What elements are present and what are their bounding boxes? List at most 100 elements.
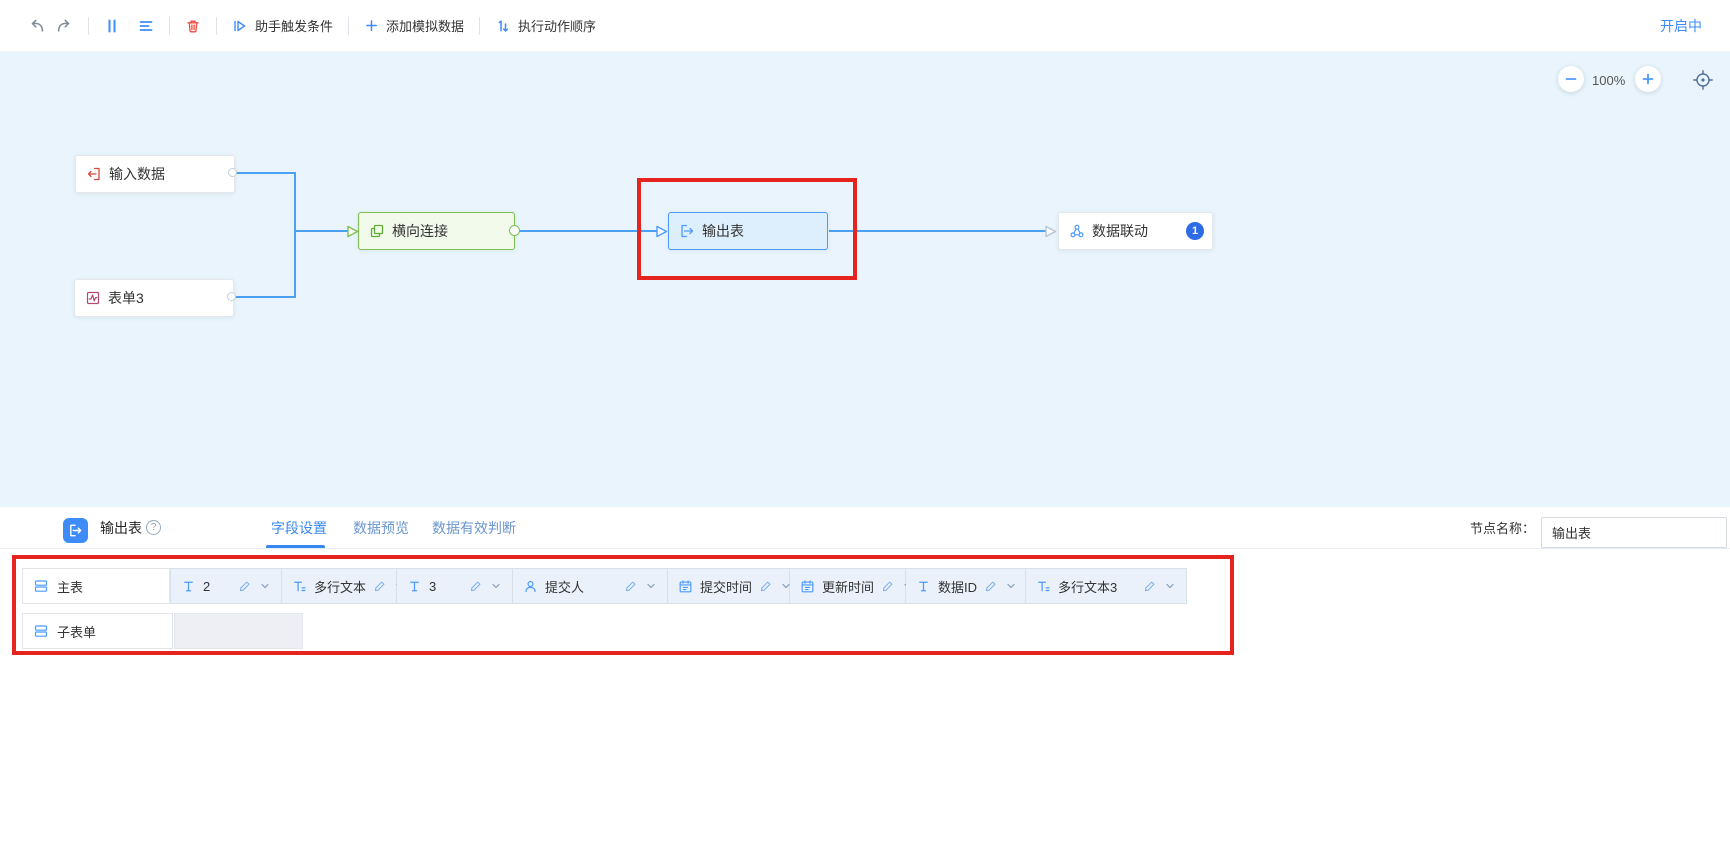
node-name-input[interactable]: [1541, 517, 1727, 548]
toolbar-divider: [88, 17, 89, 35]
toolbar: 助手触发条件 添加模拟数据 执行动作顺序 开启中: [0, 0, 1730, 52]
panel-header: 输出表 ? 字段设置 数据预览 数据有效判断 节点名称：: [0, 507, 1730, 548]
textarea-field-icon: [1036, 579, 1051, 594]
toolbar-divider: [479, 17, 480, 35]
node-label: 输出表: [702, 221, 744, 241]
node-label: 数据联动: [1092, 221, 1148, 241]
field-chip[interactable]: 提交时间: [668, 569, 790, 603]
input-port-triangle[interactable]: [1044, 225, 1057, 238]
locate-icon[interactable]: [1692, 69, 1714, 91]
field-chip[interactable]: 2: [171, 569, 282, 603]
field-name: 3: [429, 579, 436, 594]
node-input-data[interactable]: 输入数据: [75, 155, 235, 193]
input-node-icon: [86, 166, 102, 182]
edit-pencil-icon[interactable]: [624, 579, 638, 593]
text-field-icon: [181, 579, 196, 594]
field-name: 数据ID: [938, 577, 977, 596]
node-label: 横向连接: [392, 221, 448, 241]
tab-field-settings[interactable]: 字段设置: [271, 507, 327, 548]
edit-pencil-icon[interactable]: [984, 579, 998, 593]
field-chip[interactable]: 多行文本: [282, 569, 397, 603]
output-port[interactable]: [509, 225, 520, 236]
chevron-down-icon[interactable]: [645, 580, 657, 592]
field-name: 提交人: [545, 577, 584, 596]
minus-icon: [1564, 72, 1578, 86]
text-field-icon: [916, 579, 931, 594]
chevron-down-icon[interactable]: [259, 580, 271, 592]
field-name: 多行文本3: [1058, 577, 1117, 596]
toolbar-divider: [216, 17, 217, 35]
help-icon[interactable]: ?: [146, 520, 161, 535]
zoom-in-button[interactable]: [1635, 66, 1661, 92]
table-icon: [33, 623, 49, 639]
field-name: 多行文本: [314, 577, 366, 596]
edge: [829, 230, 1046, 232]
node-label: 表单3: [108, 288, 144, 308]
form-node-icon: [85, 290, 101, 306]
chevron-down-icon[interactable]: [490, 580, 502, 592]
user-field-icon: [523, 579, 538, 594]
action-order-button[interactable]: 执行动作顺序: [495, 16, 596, 35]
field-chip[interactable]: 多行文本3: [1026, 569, 1186, 603]
status-toggle-link[interactable]: 开启中: [1660, 16, 1702, 36]
field-chip[interactable]: 更新时间: [790, 569, 906, 603]
output-node-icon: [679, 223, 695, 239]
row-label-text: 主表: [57, 577, 83, 596]
table-icon: [33, 578, 49, 594]
tab-data-preview[interactable]: 数据预览: [353, 507, 409, 548]
tab-data-validity[interactable]: 数据有效判断: [432, 507, 516, 548]
add-mock-data-label: 添加模拟数据: [386, 16, 464, 35]
field-name: 更新时间: [822, 577, 874, 596]
text-field-icon: [407, 579, 422, 594]
trigger-condition-button[interactable]: 助手触发条件: [232, 16, 333, 35]
row-label-sub-form[interactable]: 子表单: [22, 613, 173, 649]
toolbar-divider: [169, 17, 170, 35]
date-field-icon: [678, 579, 693, 594]
linkage-count-badge: 1: [1186, 222, 1204, 240]
action-order-label: 执行动作顺序: [518, 16, 596, 35]
edit-pencil-icon[interactable]: [238, 579, 252, 593]
panel-divider: [0, 548, 1730, 549]
field-chip-row: 2 多行文本 3 提交人 提交时间: [170, 568, 1187, 604]
input-port-triangle[interactable]: [655, 225, 668, 238]
chevron-down-icon[interactable]: [1164, 580, 1176, 592]
field-name: 2: [203, 579, 210, 594]
edge: [517, 230, 657, 232]
edit-pencil-icon[interactable]: [881, 579, 895, 593]
node-output-table[interactable]: 输出表: [668, 212, 828, 250]
align-columns-icon[interactable]: [104, 18, 120, 34]
undo-icon[interactable]: [28, 17, 45, 34]
edge: [233, 296, 295, 298]
redo-icon[interactable]: [56, 17, 73, 34]
row-label-main-table[interactable]: 主表: [22, 568, 170, 604]
node-name-label: 节点名称：: [1470, 507, 1535, 548]
align-rows-icon[interactable]: [138, 18, 154, 34]
field-chip[interactable]: 数据ID: [906, 569, 1026, 603]
output-table-icon: [63, 518, 88, 543]
zoom-out-button[interactable]: [1558, 66, 1584, 92]
flow-canvas[interactable]: 输入数据 表单3 横向连接 输出表 数据联动 1 10: [0, 52, 1730, 507]
edge: [234, 172, 295, 174]
node-horizontal-join[interactable]: 横向连接: [358, 212, 515, 250]
field-chip[interactable]: 3: [397, 569, 513, 603]
edit-pencil-icon[interactable]: [373, 579, 387, 593]
edit-pencil-icon[interactable]: [469, 579, 483, 593]
linkage-node-icon: [1069, 223, 1085, 239]
add-mock-data-button[interactable]: 添加模拟数据: [364, 16, 464, 35]
edit-pencil-icon[interactable]: [1143, 579, 1157, 593]
empty-field-slot[interactable]: [174, 613, 303, 649]
trigger-condition-label: 助手触发条件: [255, 16, 333, 35]
output-port[interactable]: [227, 292, 236, 301]
field-name: 提交时间: [700, 577, 752, 596]
zoom-level: 100%: [1592, 73, 1625, 88]
output-port[interactable]: [228, 168, 237, 177]
trash-icon[interactable]: [185, 18, 201, 34]
chevron-down-icon[interactable]: [1005, 580, 1017, 592]
edit-pencil-icon[interactable]: [759, 579, 773, 593]
order-icon: [495, 18, 511, 34]
textarea-field-icon: [292, 579, 307, 594]
field-chip[interactable]: 提交人: [513, 569, 668, 603]
edge: [294, 172, 296, 298]
node-form3[interactable]: 表单3: [74, 279, 234, 317]
panel-title: 输出表: [100, 507, 142, 548]
